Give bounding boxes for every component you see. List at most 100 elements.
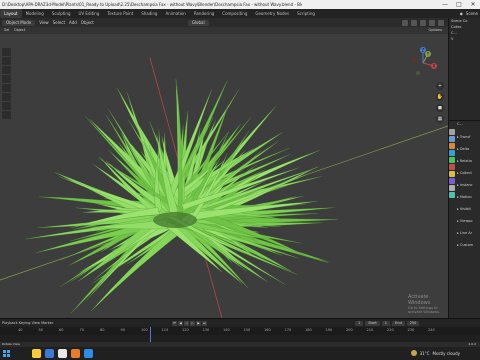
measure-tool-icon[interactable] (2, 111, 11, 119)
workspace-tabs: Layout Modeling Sculpting UV Editing Texture… (0, 9, 319, 18)
move-tool-icon[interactable] (2, 66, 11, 74)
options-button[interactable]: Options (428, 27, 442, 34)
keying-menu[interactable]: Keying (19, 319, 31, 327)
workspace-tab[interactable]: Modeling (22, 9, 48, 18)
maximize-button[interactable]: □ (452, 0, 466, 9)
select-box-label[interactable]: Sel (4, 28, 9, 32)
solid-shading-icon[interactable] (420, 19, 426, 26)
properties-section[interactable]: ▸ Transf (457, 131, 480, 143)
properties-tab-icon[interactable] (449, 157, 455, 163)
workspace-tab[interactable]: Rendering (190, 9, 218, 18)
end-frame-label: End (392, 320, 405, 326)
properties-tab-icon[interactable] (449, 150, 455, 156)
timeline-panel[interactable]: Playback Keying View Marker ⏮ ◀ ◁ ▷ ▶ ⏭ … (0, 318, 480, 343)
properties-section[interactable]: ▸ Custom (457, 239, 480, 251)
overlay-icon[interactable] (402, 19, 408, 26)
start-frame-field[interactable]: 1 (381, 320, 391, 326)
properties-section[interactable]: ▸ Collect (457, 167, 480, 179)
properties-section[interactable]: ▸ Delta (457, 143, 480, 155)
scale-tool-icon[interactable] (2, 84, 11, 92)
properties-tab-icon[interactable] (449, 136, 455, 142)
material-shading-icon[interactable] (429, 19, 435, 26)
zoom-icon[interactable]: + (436, 82, 444, 90)
taskbar-app-icon[interactable] (45, 349, 54, 358)
play-reverse-icon[interactable]: ◁ (184, 320, 189, 326)
taskbar-app-icon[interactable] (32, 349, 41, 358)
view-menu[interactable]: View (32, 319, 40, 327)
timeline-tick: 40 (18, 328, 23, 332)
menu-select[interactable]: Select (53, 18, 65, 27)
workspace-tab[interactable]: Scripting (293, 9, 319, 18)
timeline-track[interactable] (0, 335, 480, 342)
taskbar-apps (32, 349, 93, 358)
taskbar-app-icon[interactable] (58, 349, 67, 358)
3d-viewport[interactable]: Object Mode View Select Add Object Globa… (0, 18, 448, 318)
gizmo-x-label: X (433, 64, 436, 69)
workspace-tab[interactable]: Texture Paint (103, 9, 137, 18)
grid-icon[interactable]: ▦ (436, 115, 444, 123)
properties-tab-icon[interactable] (449, 164, 455, 170)
playback-menu[interactable]: Playback (2, 319, 18, 327)
object-mode-select[interactable]: Object Mode (2, 19, 36, 26)
object-label[interactable]: Object (14, 28, 25, 32)
properties-tab-icon[interactable] (449, 129, 455, 135)
rotate-tool-icon[interactable] (2, 75, 11, 83)
menu-view[interactable]: View (39, 18, 49, 27)
properties-tab-icon[interactable] (449, 171, 455, 177)
current-frame-field[interactable]: 1 (355, 320, 364, 326)
minimize-button[interactable]: — (438, 0, 452, 9)
properties-panel[interactable]: C... ▸ Transf ▸ Delta ▸ Relatio ▸ Collect ▸ … (448, 120, 480, 318)
timeline-ruler[interactable]: 40 50 60 70 80 90 100 110 120 130 140 150 160 170 180 1… (0, 327, 480, 343)
marker-menu[interactable]: Marker (41, 319, 53, 327)
timeline-tick: 50 (38, 328, 43, 332)
workspace-tab[interactable]: Geometry Nodes (251, 9, 293, 18)
pan-hand-icon[interactable]: ✋ (436, 93, 444, 101)
properties-section[interactable]: ▸ Viewpo (457, 215, 480, 227)
timeline-tick: 220 (387, 328, 394, 332)
workspace-tab[interactable]: Animation (161, 9, 189, 18)
windows-start-icon[interactable] (3, 350, 10, 357)
workspace-tab[interactable]: Sculpting (48, 9, 75, 18)
taskbar-app-icon[interactable] (71, 349, 80, 358)
properties-section[interactable]: ▸ Relatio (457, 155, 480, 167)
annotate-tool-icon[interactable] (2, 102, 11, 110)
properties-tab-icon[interactable] (449, 185, 455, 191)
rendered-shading-icon[interactable] (438, 19, 444, 26)
workspace-tab[interactable]: Compositing (218, 9, 251, 18)
next-key-icon[interactable]: ▶ (196, 320, 201, 326)
outliner-row[interactable]: V (449, 36, 480, 42)
workspace-tab[interactable]: Shading (137, 9, 161, 18)
scene-selector[interactable]: ◆ Scene (460, 9, 478, 18)
menu-object[interactable]: Object (81, 18, 94, 27)
taskbar-app-icon[interactable] (84, 349, 93, 358)
transform-tool-icon[interactable] (2, 93, 11, 101)
close-button[interactable]: ✕ (466, 0, 480, 9)
properties-section[interactable]: ▸ Motion (457, 191, 480, 203)
timeline-header: Playback Keying View Marker ⏮ ◀ ◁ ▷ ▶ ⏭ … (0, 319, 480, 327)
jump-end-icon[interactable]: ⏭ (202, 320, 207, 326)
properties-section[interactable]: ▸ Line Ar (457, 227, 480, 239)
cursor-tool-icon[interactable] (2, 57, 11, 65)
playhead[interactable] (150, 327, 151, 343)
navigation-gizmo[interactable]: X Y Z (406, 46, 440, 80)
xray-icon[interactable] (411, 19, 417, 26)
end-frame-field[interactable]: 250 (406, 320, 420, 326)
scene-label: Scene (465, 11, 478, 16)
properties-tab-icon[interactable] (449, 178, 455, 184)
prev-key-icon[interactable]: ◀ (178, 320, 183, 326)
jump-start-icon[interactable]: ⏮ (172, 320, 177, 326)
play-icon[interactable]: ▷ (190, 320, 195, 326)
transform-orientation-select[interactable]: Global (187, 19, 209, 26)
camera-icon[interactable]: ◼ (436, 104, 444, 112)
workspace-tab[interactable]: Layout (0, 9, 22, 18)
properties-section[interactable]: ▸ Instanc (457, 179, 480, 191)
select-tool-icon[interactable] (2, 48, 11, 56)
weather-icon[interactable] (410, 350, 417, 356)
properties-tab-icon[interactable] (449, 143, 455, 149)
menu-add[interactable]: Add (69, 18, 77, 27)
properties-tab-icon[interactable] (449, 192, 455, 198)
grass-plant-mesh[interactable] (25, 78, 339, 314)
workspace-tab[interactable]: UV Editing (75, 9, 104, 18)
properties-section[interactable]: ▸ Visibili (457, 203, 480, 215)
outliner-panel[interactable]: Scene Co Collec C... V (448, 18, 480, 120)
